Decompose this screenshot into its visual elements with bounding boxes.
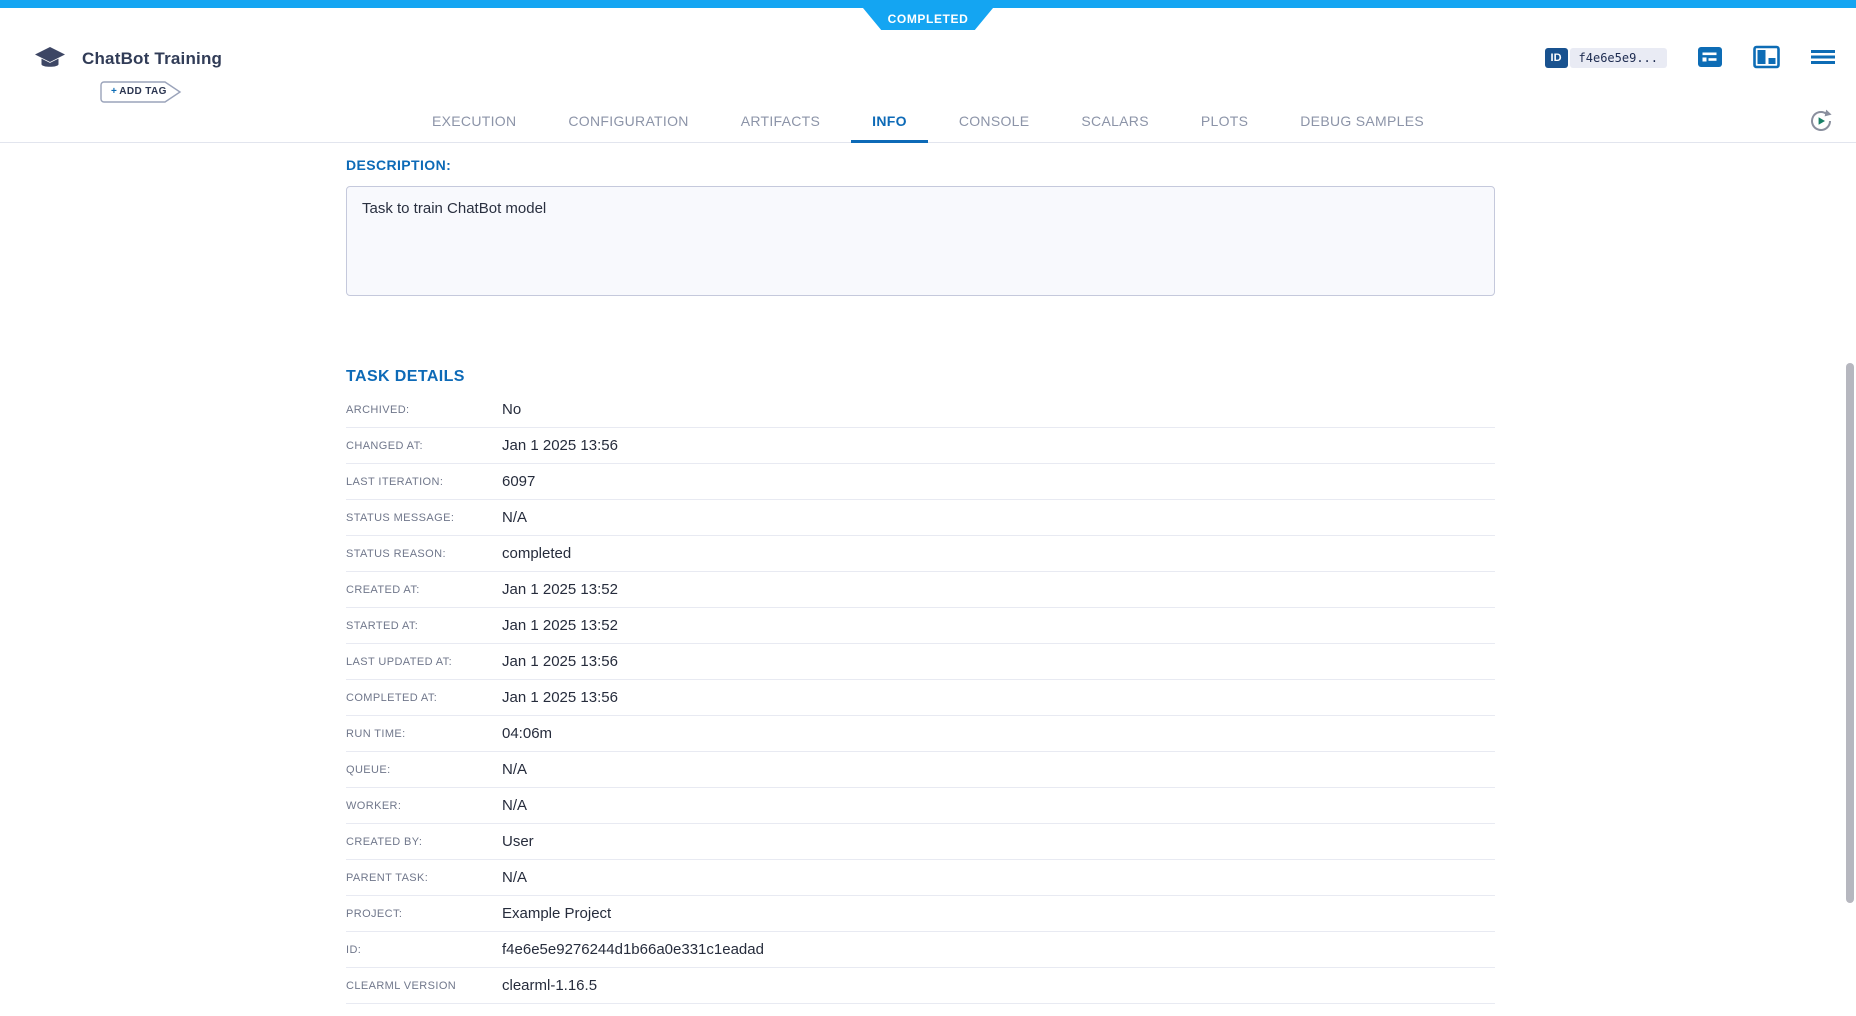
detail-label: WORKER: (346, 800, 502, 812)
detail-value: Example Project (502, 905, 611, 922)
detail-value: completed (502, 545, 571, 562)
detail-row: WORKER:N/A (346, 788, 1495, 824)
detail-label: PROJECT: (346, 908, 502, 920)
detail-row: ARCHIVED:No (346, 392, 1495, 428)
detail-label: PARENT TASK: (346, 872, 502, 884)
detail-label: LAST UPDATED AT: (346, 656, 502, 668)
tab-debug-samples[interactable]: DEBUG SAMPLES (1274, 100, 1450, 142)
detail-value: Jan 1 2025 13:52 (502, 617, 618, 634)
detail-value: N/A (502, 869, 527, 886)
tab-configuration[interactable]: CONFIGURATION (542, 100, 714, 142)
tab-scalars[interactable]: SCALARS (1055, 100, 1174, 142)
info-panel: DESCRIPTION: Task to train ChatBot model… (0, 157, 1856, 1004)
detail-label: COMPLETED AT: (346, 692, 502, 704)
detail-row: CREATED AT:Jan 1 2025 13:52 (346, 572, 1495, 608)
detail-value: Jan 1 2025 13:56 (502, 653, 618, 670)
graduation-cap-icon (34, 46, 66, 74)
detail-value: N/A (502, 761, 527, 778)
detail-value: Jan 1 2025 13:52 (502, 581, 618, 598)
detail-label: RUN TIME: (346, 728, 502, 740)
detail-value: 6097 (502, 473, 535, 490)
hamburger-menu-icon (1810, 47, 1836, 70)
detail-row: PROJECT:Example Project (346, 896, 1495, 932)
detail-label: ARCHIVED: (346, 404, 502, 416)
tab-info[interactable]: INFO (846, 100, 933, 142)
detail-row: STATUS REASON:completed (346, 536, 1495, 572)
detail-label: CREATED BY: (346, 836, 502, 848)
detail-label: STATUS REASON: (346, 548, 502, 560)
detail-value: Jan 1 2025 13:56 (502, 437, 618, 454)
task-title: ChatBot Training (82, 49, 222, 69)
task-details-table: ARCHIVED:NoCHANGED AT:Jan 1 2025 13:56LA… (346, 392, 1495, 1004)
detail-label: QUEUE: (346, 764, 502, 776)
detail-row: LAST UPDATED AT:Jan 1 2025 13:56 (346, 644, 1495, 680)
detail-row: LAST ITERATION:6097 (346, 464, 1495, 500)
detail-row: QUEUE:N/A (346, 752, 1495, 788)
status-ribbon: COMPLETED (863, 8, 993, 30)
task-id-chip[interactable]: ID f4e6e5e9... (1545, 48, 1667, 68)
split-view-button[interactable] (1753, 45, 1780, 72)
tab-console[interactable]: CONSOLE (933, 100, 1056, 142)
tab-plots[interactable]: PLOTS (1175, 100, 1274, 142)
detail-row: STATUS MESSAGE:N/A (346, 500, 1495, 536)
detail-label: CHANGED AT: (346, 440, 502, 452)
detail-value: clearml-1.16.5 (502, 977, 597, 994)
add-tag-label: +ADD TAG (111, 86, 167, 97)
task-details-title: TASK DETAILS (346, 368, 1856, 386)
detail-row: RUN TIME:04:06m (346, 716, 1495, 752)
details-panel-button[interactable] (1697, 44, 1723, 73)
detail-value: No (502, 401, 521, 418)
menu-button[interactable] (1810, 47, 1836, 70)
detail-label: CREATED AT: (346, 584, 502, 596)
header-actions: ID f4e6e5e9... (1545, 44, 1836, 72)
id-badge: ID (1545, 48, 1568, 68)
detail-row: CREATED BY:User (346, 824, 1495, 860)
detail-label: LAST ITERATION: (346, 476, 502, 488)
scrollbar-thumb[interactable] (1846, 363, 1854, 903)
description-text: Task to train ChatBot model (362, 200, 546, 217)
detail-label: CLEARML VERSION (346, 980, 502, 992)
detail-row: CHANGED AT:Jan 1 2025 13:56 (346, 428, 1495, 464)
tab-execution[interactable]: EXECUTION (406, 100, 542, 142)
detail-row: ID:f4e6e5e9276244d1b66a0e331c1eadad (346, 932, 1495, 968)
detail-value: User (502, 833, 534, 850)
description-label: DESCRIPTION: (346, 157, 1856, 173)
detail-value: f4e6e5e9276244d1b66a0e331c1eadad (502, 941, 764, 958)
refresh-play-icon (1808, 122, 1834, 137)
detail-value: N/A (502, 509, 527, 526)
plus-icon: + (111, 86, 117, 97)
detail-row: STARTED AT:Jan 1 2025 13:52 (346, 608, 1495, 644)
detail-row: COMPLETED AT:Jan 1 2025 13:56 (346, 680, 1495, 716)
tab-bar: EXECUTIONCONFIGURATIONARTIFACTSINFOCONSO… (0, 100, 1856, 143)
detail-row: PARENT TASK:N/A (346, 860, 1495, 896)
detail-label: STATUS MESSAGE: (346, 512, 502, 524)
top-status-bar (0, 0, 1856, 8)
detail-row: CLEARML VERSIONclearml-1.16.5 (346, 968, 1495, 1004)
detail-label: STARTED AT: (346, 620, 502, 632)
id-value-pill: f4e6e5e9... (1570, 48, 1667, 68)
details-lines-icon (1697, 44, 1723, 73)
detail-label: ID: (346, 944, 502, 956)
tab-artifacts[interactable]: ARTIFACTS (715, 100, 846, 142)
split-view-icon (1753, 45, 1780, 72)
description-textarea[interactable]: Task to train ChatBot model (346, 186, 1495, 296)
detail-value: Jan 1 2025 13:56 (502, 689, 618, 706)
detail-value: N/A (502, 797, 527, 814)
auto-refresh-button[interactable] (1808, 108, 1834, 134)
detail-value: 04:06m (502, 725, 552, 742)
